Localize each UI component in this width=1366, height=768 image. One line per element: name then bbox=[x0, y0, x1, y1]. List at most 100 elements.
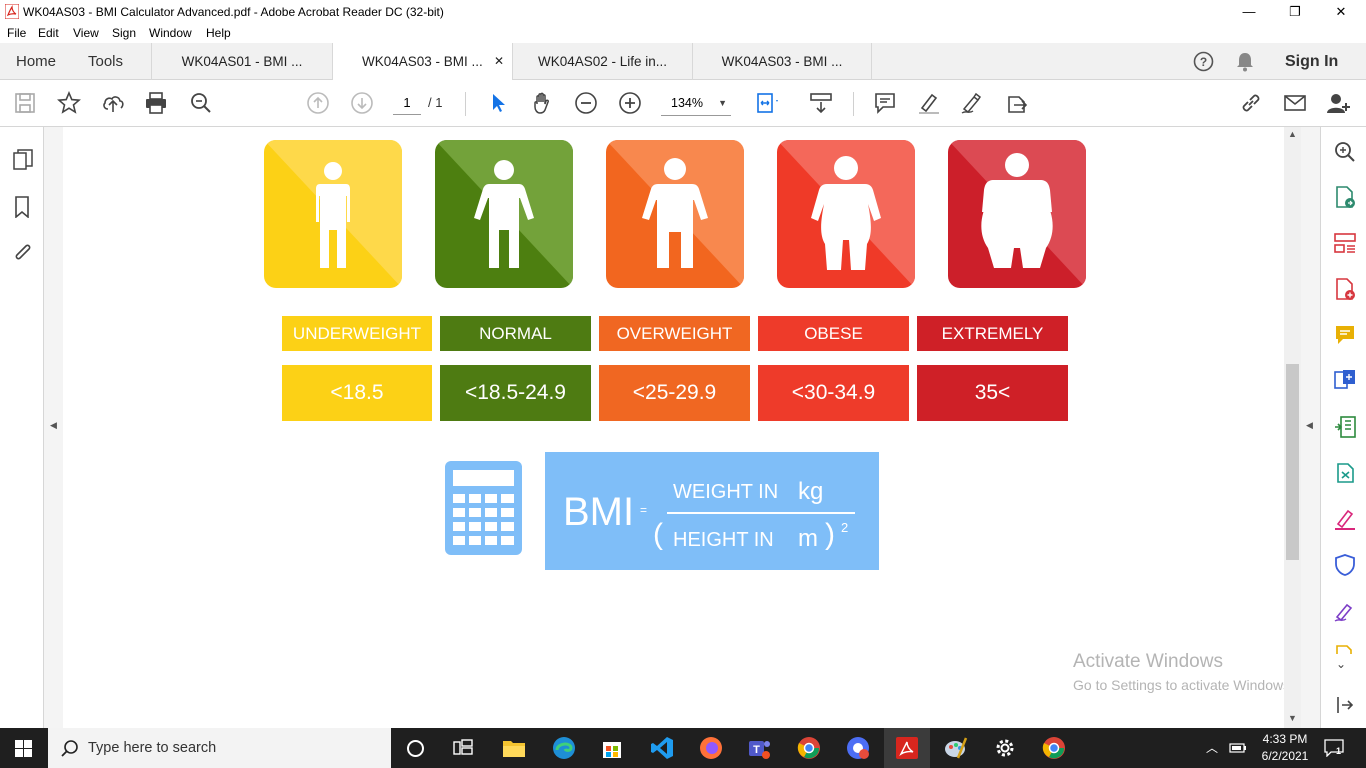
tab-close-icon[interactable]: ✕ bbox=[494, 43, 504, 80]
zoom-level-select[interactable]: 134% ▼ bbox=[661, 92, 731, 116]
collapse-right-arrow-icon[interactable]: ◀ bbox=[1306, 420, 1313, 431]
menu-sign[interactable]: Sign bbox=[112, 26, 136, 40]
previous-page-icon[interactable] bbox=[306, 91, 330, 115]
pdf-document-view[interactable]: UNDERWEIGHT NORMAL OVERWEIGHT OBESE EXTR… bbox=[63, 127, 1294, 728]
windows-start-icon[interactable] bbox=[15, 740, 32, 757]
select-cursor-icon[interactable] bbox=[487, 91, 511, 115]
search-icon bbox=[61, 740, 78, 757]
svg-text:T: T bbox=[753, 744, 760, 756]
home-tab[interactable]: Home bbox=[16, 43, 56, 80]
chrome-profile-icon[interactable] bbox=[846, 736, 870, 760]
add-user-icon[interactable] bbox=[1326, 91, 1350, 115]
export-share-icon[interactable] bbox=[1005, 91, 1029, 115]
menu-help[interactable]: Help bbox=[206, 26, 231, 40]
attachments-paperclip-icon[interactable] bbox=[12, 242, 34, 264]
svg-text:?: ? bbox=[1200, 55, 1207, 69]
compress-pdf-icon[interactable] bbox=[1333, 415, 1357, 439]
menu-view[interactable]: View bbox=[73, 26, 99, 40]
settings-gear-icon[interactable] bbox=[993, 736, 1017, 760]
hand-tool-icon[interactable] bbox=[530, 91, 554, 115]
chrome-icon[interactable] bbox=[797, 736, 821, 760]
cortana-icon[interactable] bbox=[406, 739, 425, 758]
formula-denominator-text: HEIGHT IN bbox=[673, 529, 774, 551]
scroll-mode-icon[interactable] bbox=[809, 91, 833, 115]
send-file-icon[interactable] bbox=[1333, 461, 1357, 485]
vertical-scrollbar[interactable]: ▲ ▼ bbox=[1284, 127, 1301, 728]
combine-files-icon[interactable] bbox=[1333, 368, 1357, 392]
page-total: / 1 bbox=[428, 95, 443, 110]
link-share-icon[interactable] bbox=[1239, 91, 1263, 115]
minimize-button[interactable]: — bbox=[1226, 0, 1272, 23]
calculator-icon bbox=[445, 461, 522, 555]
export-pdf-icon[interactable] bbox=[1333, 185, 1357, 209]
search-tool-icon[interactable] bbox=[1333, 140, 1357, 164]
bookmarks-icon[interactable] bbox=[12, 196, 32, 218]
figure-obese bbox=[777, 140, 915, 288]
sign-in-button[interactable]: Sign In bbox=[1285, 43, 1338, 80]
doc-tab-4[interactable]: WK04AS03 - BMI ... bbox=[692, 43, 872, 80]
draw-sign-icon[interactable] bbox=[960, 91, 984, 115]
collapse-tools-panel-icon[interactable] bbox=[1333, 693, 1357, 717]
organize-pages-icon[interactable] bbox=[1333, 231, 1357, 255]
request-signature-icon[interactable] bbox=[1333, 599, 1357, 623]
doc-tab-1[interactable]: WK04AS01 - BMI ... bbox=[151, 43, 332, 80]
microsoft-store-icon[interactable] bbox=[600, 736, 624, 760]
right-panel-collapse-gutter[interactable]: ◀ bbox=[1301, 127, 1320, 728]
clock-time[interactable]: 4:33 PM bbox=[1255, 732, 1315, 746]
page-number-input[interactable]: 1 bbox=[393, 93, 421, 115]
task-view-icon[interactable] bbox=[453, 739, 473, 757]
menu-window[interactable]: Window bbox=[149, 26, 192, 40]
scroll-down-arrow-icon[interactable]: ▼ bbox=[1288, 713, 1297, 723]
bookmark-star-icon[interactable] bbox=[57, 90, 81, 115]
active-acrobat-taskbar-item[interactable] bbox=[884, 728, 930, 768]
file-explorer-icon[interactable] bbox=[502, 736, 526, 760]
upload-cloud-icon[interactable] bbox=[101, 91, 125, 115]
more-tools-icon[interactable] bbox=[1333, 644, 1357, 654]
notification-bell-icon[interactable] bbox=[1235, 51, 1255, 72]
close-window-button[interactable]: ✕ bbox=[1318, 0, 1364, 23]
toolbar: 1 / 1 134% ▼ bbox=[0, 80, 1366, 127]
collapse-left-arrow-icon[interactable]: ◀ bbox=[50, 420, 57, 431]
firefox-icon[interactable] bbox=[699, 736, 723, 760]
zoom-out-icon[interactable] bbox=[574, 91, 598, 115]
scroll-up-arrow-icon[interactable]: ▲ bbox=[1288, 129, 1297, 139]
fill-sign-icon[interactable] bbox=[1333, 507, 1357, 531]
create-pdf-icon[interactable] bbox=[1333, 277, 1357, 301]
tools-scroll-down-chevron-icon[interactable]: ⌄ bbox=[1336, 657, 1346, 671]
teams-icon[interactable]: T bbox=[748, 736, 772, 760]
notification-count: 1 bbox=[1336, 746, 1342, 756]
clock-date[interactable]: 6/2/2021 bbox=[1255, 749, 1315, 763]
window-title: WK04AS03 - BMI Calculator Advanced.pdf -… bbox=[23, 5, 444, 19]
help-icon[interactable]: ? bbox=[1193, 51, 1214, 72]
menu-edit[interactable]: Edit bbox=[38, 26, 59, 40]
menu-file[interactable]: File bbox=[7, 26, 26, 40]
scrollbar-thumb[interactable] bbox=[1286, 364, 1299, 560]
page-fit-icon[interactable] bbox=[755, 91, 779, 115]
left-panel-collapse-gutter[interactable]: ◀ bbox=[44, 127, 63, 728]
taskbar-search-box[interactable]: Type here to search bbox=[48, 728, 391, 768]
comment-icon[interactable] bbox=[873, 91, 897, 115]
print-icon[interactable] bbox=[144, 91, 168, 115]
save-icon[interactable] bbox=[13, 91, 37, 115]
tools-tab[interactable]: Tools bbox=[88, 43, 123, 80]
network-battery-icon[interactable] bbox=[1229, 741, 1247, 755]
maximize-button[interactable]: ❐ bbox=[1272, 0, 1318, 23]
email-icon[interactable] bbox=[1283, 91, 1307, 115]
doc-tab-2-active[interactable]: WK04AS03 - BMI ... ✕ bbox=[332, 43, 512, 81]
title-bar: WK04AS03 - BMI Calculator Advanced.pdf -… bbox=[0, 0, 1366, 23]
add-comment-icon[interactable] bbox=[1333, 323, 1357, 347]
show-hidden-icons-chevron-icon[interactable]: ︿ bbox=[1206, 739, 1218, 756]
acrobat-reader-icon bbox=[896, 737, 918, 759]
chrome-second-icon[interactable] bbox=[1042, 736, 1066, 760]
page-thumbnails-icon[interactable] bbox=[12, 149, 34, 171]
edge-browser-icon[interactable] bbox=[552, 736, 576, 760]
paint-icon[interactable] bbox=[944, 736, 968, 760]
vscode-icon[interactable] bbox=[650, 736, 674, 760]
doc-tab-label: WK04AS03 - BMI ... bbox=[362, 54, 483, 69]
zoom-search-icon[interactable] bbox=[189, 91, 213, 115]
zoom-in-icon[interactable] bbox=[618, 91, 642, 115]
protect-shield-icon[interactable] bbox=[1333, 553, 1357, 577]
doc-tab-3[interactable]: WK04AS02 - Life in... bbox=[512, 43, 692, 80]
next-page-icon[interactable] bbox=[350, 91, 374, 115]
highlight-pen-icon[interactable] bbox=[917, 91, 941, 115]
